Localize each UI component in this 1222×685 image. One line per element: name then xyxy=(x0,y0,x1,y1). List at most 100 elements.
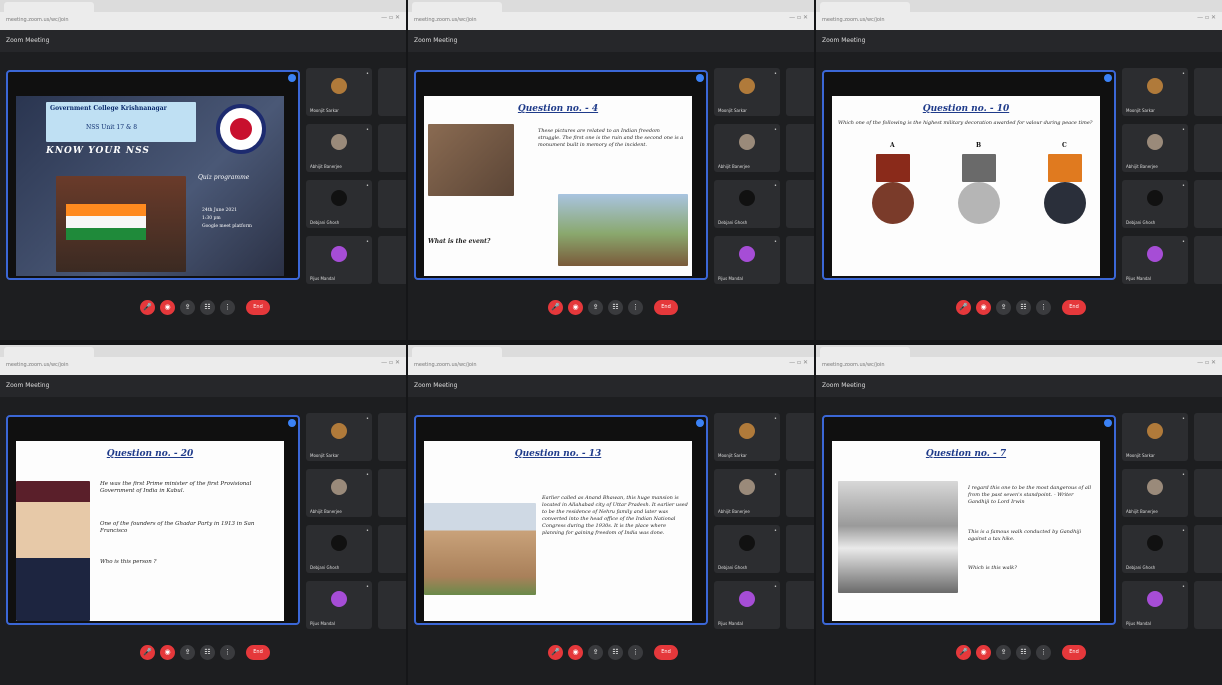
participant-tile[interactable] xyxy=(786,525,814,573)
participant-tile[interactable] xyxy=(378,469,406,517)
participant-tile[interactable]: • Moonjit Sarkar xyxy=(714,68,780,116)
participant-tile[interactable]: • Pijus Mandal xyxy=(306,236,372,284)
participant-tile[interactable] xyxy=(378,581,406,629)
mute-button[interactable]: 🎤 xyxy=(548,300,563,315)
participants-button[interactable]: ☷ xyxy=(200,645,215,660)
window-controls[interactable]: — ▫ ✕ xyxy=(381,14,400,21)
participant-tile[interactable] xyxy=(378,124,406,172)
browser-tab[interactable] xyxy=(820,2,910,12)
participant-tile[interactable] xyxy=(786,581,814,629)
address-bar[interactable]: meeting.zoom.us/wc/join xyxy=(822,359,1152,371)
participant-tile[interactable] xyxy=(786,236,814,284)
participant-tile[interactable] xyxy=(1194,68,1222,116)
participant-tile[interactable] xyxy=(1194,124,1222,172)
browser-tab[interactable] xyxy=(412,347,502,357)
participant-tile[interactable] xyxy=(786,124,814,172)
video-button[interactable]: ◉ xyxy=(568,300,583,315)
participants-button[interactable]: ☷ xyxy=(200,300,215,315)
participant-tile[interactable]: • Debjani Ghosh xyxy=(714,525,780,573)
end-call-button[interactable]: End xyxy=(654,645,678,660)
participants-button[interactable]: ☷ xyxy=(1016,300,1031,315)
participant-tile[interactable]: • Abhijit Banerjee xyxy=(714,469,780,517)
participant-tile[interactable] xyxy=(378,68,406,116)
mute-button[interactable]: 🎤 xyxy=(140,300,155,315)
participants-button[interactable]: ☷ xyxy=(1016,645,1031,660)
mute-button[interactable]: 🎤 xyxy=(140,645,155,660)
participant-tile[interactable]: • Pijus Mandal xyxy=(306,581,372,629)
more-button[interactable]: ⋮ xyxy=(1036,300,1051,315)
participant-tile[interactable]: • Pijus Mandal xyxy=(1122,581,1188,629)
participant-tile[interactable]: • Pijus Mandal xyxy=(1122,236,1188,284)
participant-tile[interactable] xyxy=(786,68,814,116)
video-button[interactable]: ◉ xyxy=(568,645,583,660)
participant-tile[interactable]: • Pijus Mandal xyxy=(714,581,780,629)
more-button[interactable]: ⋮ xyxy=(220,300,235,315)
participant-tile[interactable]: • Abhijit Banerjee xyxy=(306,124,372,172)
browser-tab[interactable] xyxy=(820,347,910,357)
mute-button[interactable]: 🎤 xyxy=(956,645,971,660)
window-controls[interactable]: — ▫ ✕ xyxy=(1197,359,1216,366)
participant-tile[interactable]: • Abhijit Banerjee xyxy=(1122,469,1188,517)
address-bar[interactable]: meeting.zoom.us/wc/join xyxy=(6,359,336,371)
more-button[interactable]: ⋮ xyxy=(628,300,643,315)
share-button[interactable]: ⇪ xyxy=(180,300,195,315)
video-button[interactable]: ◉ xyxy=(160,300,175,315)
address-bar[interactable]: meeting.zoom.us/wc/join xyxy=(822,14,1152,26)
participants-button[interactable]: ☷ xyxy=(608,300,623,315)
video-button[interactable]: ◉ xyxy=(160,645,175,660)
browser-tab[interactable] xyxy=(412,2,502,12)
share-button[interactable]: ⇪ xyxy=(996,300,1011,315)
address-bar[interactable]: meeting.zoom.us/wc/join xyxy=(6,14,336,26)
participant-tile[interactable] xyxy=(1194,413,1222,461)
video-button[interactable]: ◉ xyxy=(976,300,991,315)
end-call-button[interactable]: End xyxy=(1062,645,1086,660)
end-call-button[interactable]: End xyxy=(654,300,678,315)
participant-tile[interactable]: • Debjani Ghosh xyxy=(1122,525,1188,573)
participant-tile[interactable]: • Abhijit Banerjee xyxy=(714,124,780,172)
participant-tile[interactable] xyxy=(786,469,814,517)
participant-tile[interactable] xyxy=(786,413,814,461)
share-button[interactable]: ⇪ xyxy=(588,300,603,315)
participant-tile[interactable] xyxy=(378,413,406,461)
participant-tile[interactable] xyxy=(378,525,406,573)
address-bar[interactable]: meeting.zoom.us/wc/join xyxy=(414,359,744,371)
participant-tile[interactable] xyxy=(378,236,406,284)
participant-tile[interactable]: • Moonjit Sarkar xyxy=(306,413,372,461)
end-call-button[interactable]: End xyxy=(246,645,270,660)
participant-tile[interactable]: • Pijus Mandal xyxy=(714,236,780,284)
participant-tile[interactable]: • Abhijit Banerjee xyxy=(306,469,372,517)
window-controls[interactable]: — ▫ ✕ xyxy=(381,359,400,366)
mute-button[interactable]: 🎤 xyxy=(548,645,563,660)
participant-tile[interactable] xyxy=(786,180,814,228)
participants-button[interactable]: ☷ xyxy=(608,645,623,660)
share-button[interactable]: ⇪ xyxy=(180,645,195,660)
participant-tile[interactable] xyxy=(1194,180,1222,228)
end-call-button[interactable]: End xyxy=(246,300,270,315)
window-controls[interactable]: — ▫ ✕ xyxy=(789,14,808,21)
participant-tile[interactable]: • Moonjit Sarkar xyxy=(306,68,372,116)
more-button[interactable]: ⋮ xyxy=(628,645,643,660)
participant-tile[interactable]: • Moonjit Sarkar xyxy=(1122,413,1188,461)
participant-tile[interactable] xyxy=(1194,581,1222,629)
participant-tile[interactable]: • Debjani Ghosh xyxy=(306,525,372,573)
browser-tab[interactable] xyxy=(4,347,94,357)
more-button[interactable]: ⋮ xyxy=(220,645,235,660)
end-call-button[interactable]: End xyxy=(1062,300,1086,315)
address-bar[interactable]: meeting.zoom.us/wc/join xyxy=(414,14,744,26)
share-button[interactable]: ⇪ xyxy=(588,645,603,660)
participant-tile[interactable]: • Debjani Ghosh xyxy=(306,180,372,228)
window-controls[interactable]: — ▫ ✕ xyxy=(789,359,808,366)
more-button[interactable]: ⋮ xyxy=(1036,645,1051,660)
share-button[interactable]: ⇪ xyxy=(996,645,1011,660)
participant-tile[interactable]: • Moonjit Sarkar xyxy=(714,413,780,461)
participant-tile[interactable]: • Abhijit Banerjee xyxy=(1122,124,1188,172)
participant-tile[interactable] xyxy=(1194,525,1222,573)
participant-tile[interactable]: • Moonjit Sarkar xyxy=(1122,68,1188,116)
browser-tab[interactable] xyxy=(4,2,94,12)
participant-tile[interactable] xyxy=(378,180,406,228)
participant-tile[interactable] xyxy=(1194,469,1222,517)
video-button[interactable]: ◉ xyxy=(976,645,991,660)
participant-tile[interactable]: • Debjani Ghosh xyxy=(714,180,780,228)
mute-button[interactable]: 🎤 xyxy=(956,300,971,315)
participant-tile[interactable]: • Debjani Ghosh xyxy=(1122,180,1188,228)
